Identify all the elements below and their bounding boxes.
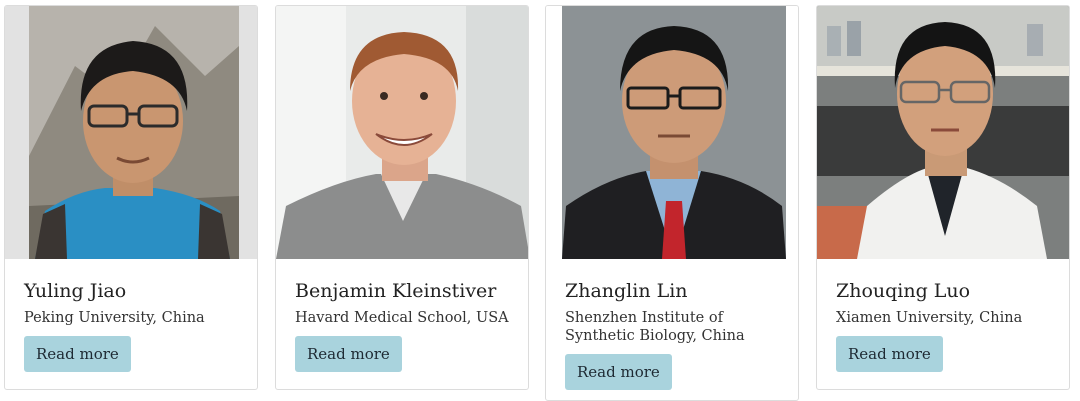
speaker-affiliation: Havard Medical School, USA xyxy=(295,310,509,326)
speaker-photo xyxy=(5,6,257,259)
speaker-name: Zhanglin Lin xyxy=(565,280,688,302)
speaker-photo xyxy=(817,6,1069,259)
read-more-button[interactable]: Read more xyxy=(295,336,402,372)
speaker-photo xyxy=(546,6,798,259)
speaker-card: Benjamin Kleinstiver Havard Medical Scho… xyxy=(275,5,529,390)
speaker-card: Zhouqing Luo Xiamen University, China Re… xyxy=(816,5,1070,390)
speaker-affiliation: Shenzhen Institute of Synthetic Biology,… xyxy=(565,310,745,344)
read-more-button[interactable]: Read more xyxy=(836,336,943,372)
speaker-name: Benjamin Kleinstiver xyxy=(295,280,497,302)
speaker-name: Yuling Jiao xyxy=(24,280,127,302)
speaker-card: Yuling Jiao Peking University, China Rea… xyxy=(4,5,258,390)
speaker-photo xyxy=(276,6,528,259)
speaker-grid: Yuling Jiao Peking University, China Rea… xyxy=(0,0,1080,401)
read-more-button[interactable]: Read more xyxy=(24,336,131,372)
speaker-name: Zhouqing Luo xyxy=(836,280,971,302)
speaker-card: Zhanglin Lin Shenzhen Institute of Synth… xyxy=(545,5,799,401)
speaker-affiliation: Xiamen University, China xyxy=(836,310,1023,326)
read-more-button[interactable]: Read more xyxy=(565,354,672,390)
speaker-affiliation: Peking University, China xyxy=(24,310,205,326)
